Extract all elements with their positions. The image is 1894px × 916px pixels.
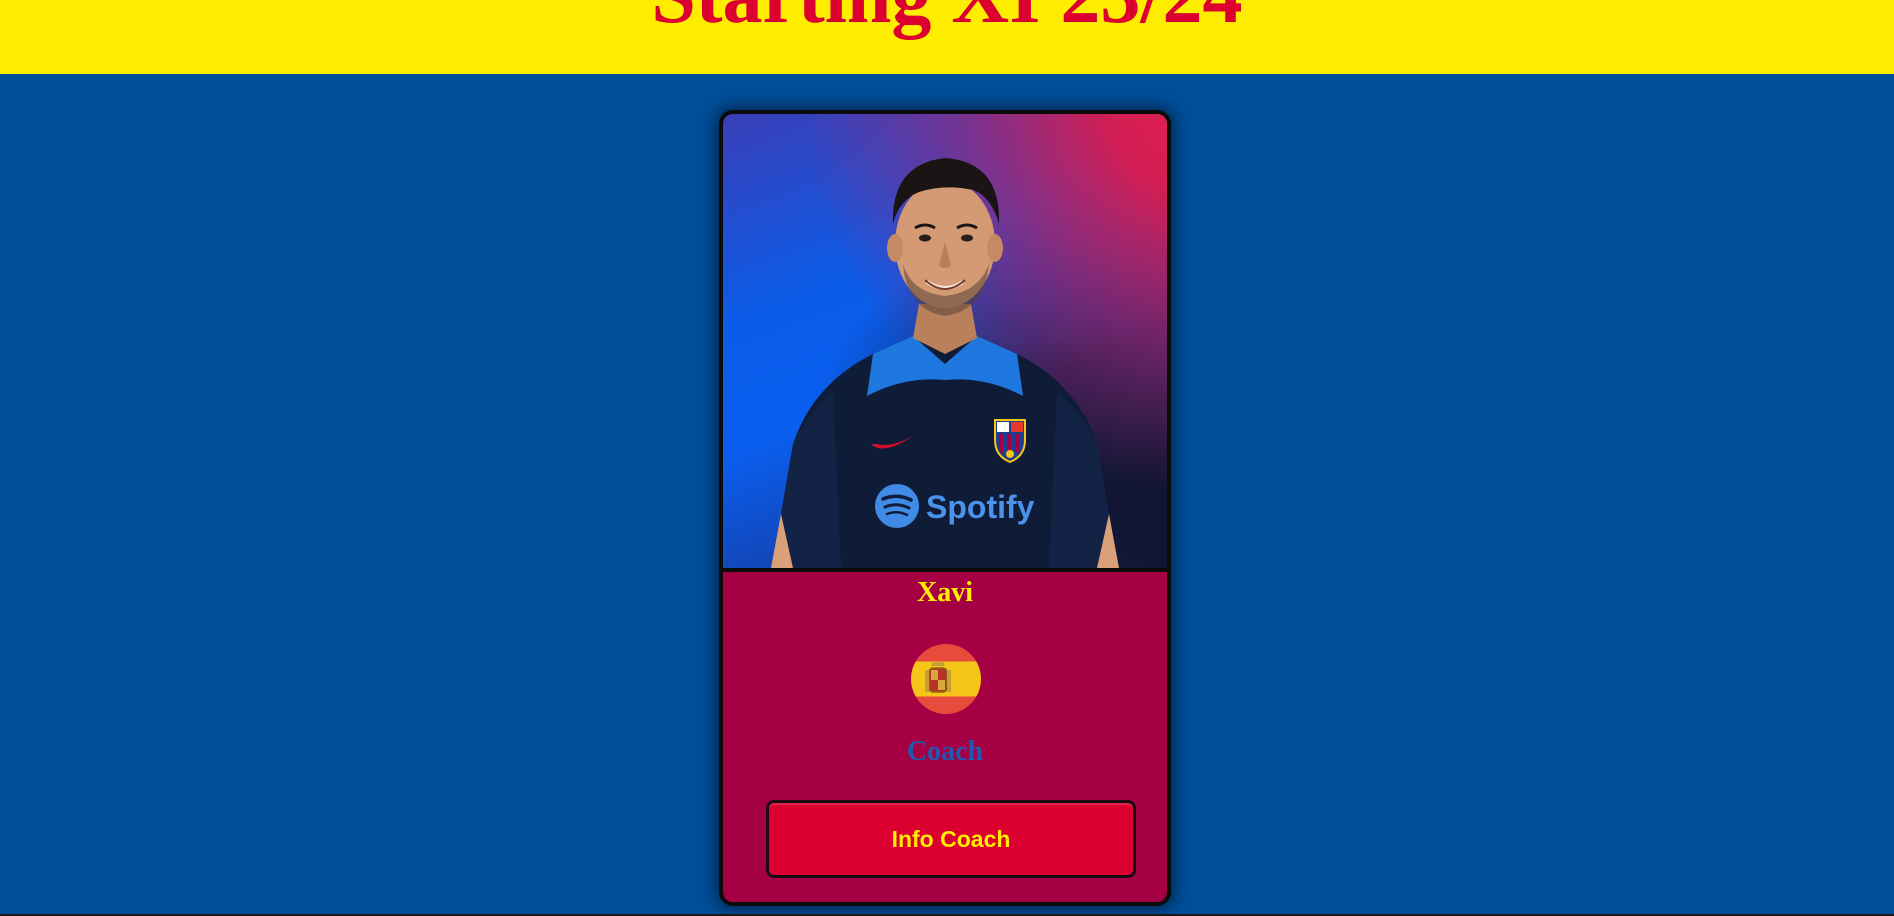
club-crest-icon (994, 419, 1026, 464)
player-name: Xavi (917, 577, 973, 608)
spain-flag-icon (911, 644, 981, 714)
player-card: Spotify Xavi Coach Info Coach (719, 110, 1171, 906)
page-title: Starting XI 23/24 (0, 0, 1894, 36)
info-coach-button[interactable]: Info Coach (766, 800, 1136, 878)
player-role: Coach (906, 736, 984, 767)
header-bar: Starting XI 23/24 (0, 0, 1894, 74)
spotify-icon (875, 484, 919, 528)
player-photo: Spotify (723, 114, 1167, 572)
coach-portrait-icon: Spotify (771, 158, 1119, 568)
coat-of-arms-icon (925, 662, 951, 693)
sponsor-text: Spotify (926, 489, 1035, 525)
